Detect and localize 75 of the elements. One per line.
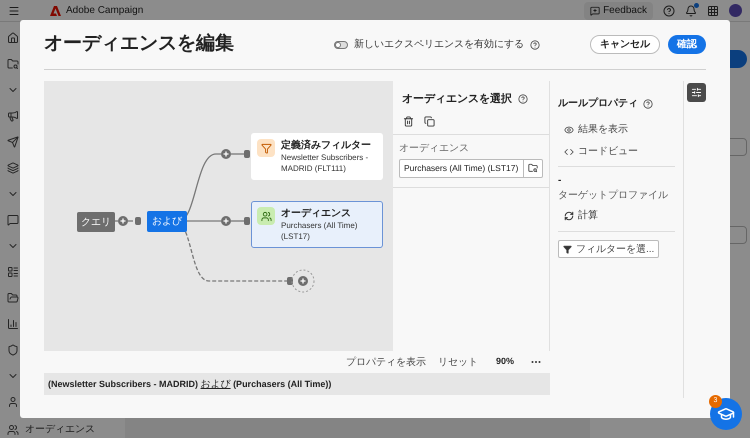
property-action[interactable]: コードビュー xyxy=(564,144,675,159)
operator-link[interactable]: および xyxy=(200,378,231,390)
connector-port xyxy=(287,277,293,285)
property-action[interactable]: 結果を表示 xyxy=(564,122,675,137)
operator-node[interactable]: および xyxy=(147,211,187,232)
node-title: オーディエンス xyxy=(281,207,352,220)
nav-icon[interactable] xyxy=(7,136,19,148)
canvas-action-link[interactable]: リセット xyxy=(438,354,478,370)
canvas-action-link[interactable]: プロパティを表示 xyxy=(346,354,426,370)
nav-icon[interactable] xyxy=(7,110,19,122)
compute-button[interactable]: 計算 xyxy=(558,203,675,232)
audience-field[interactable]: Purchasers (All Time) (LST17) xyxy=(399,158,543,178)
cancel-button[interactable]: キャンセル xyxy=(590,35,660,54)
dialog-title: オーディエンスを編集 xyxy=(44,32,235,56)
connector-port xyxy=(244,217,250,225)
node-subtitle: Purchasers (All Time) (LST17) xyxy=(281,220,358,242)
nav-label[interactable]: オーディエンス xyxy=(25,422,95,437)
notification-icon[interactable] xyxy=(685,4,697,16)
help-icon[interactable] xyxy=(643,98,653,108)
audience-icon[interactable] xyxy=(7,424,19,436)
connector-port xyxy=(135,217,141,225)
help-icon[interactable] xyxy=(530,40,540,50)
delete-icon[interactable] xyxy=(403,116,414,126)
folder-search-icon xyxy=(528,163,538,173)
zoom-level: 90% xyxy=(496,355,514,368)
nav-icon[interactable] xyxy=(7,58,19,70)
query-node[interactable]: クエリ xyxy=(77,212,115,232)
feedback-button[interactable]: Feedback xyxy=(584,2,653,20)
field-label: オーディエンス xyxy=(399,142,470,156)
nav-icon[interactable] xyxy=(7,292,19,304)
nav-icon[interactable] xyxy=(7,396,19,408)
connector-port xyxy=(244,150,250,158)
add-branch-button[interactable] xyxy=(292,270,314,292)
code-icon xyxy=(564,146,574,156)
toggle-switch[interactable] xyxy=(334,40,348,48)
feedback-icon xyxy=(590,6,600,16)
add-node-button[interactable] xyxy=(221,216,231,226)
filter-icon xyxy=(563,244,572,254)
add-node-button[interactable] xyxy=(118,216,128,226)
menu-icon[interactable] xyxy=(8,4,20,16)
toggle-label: 新しいエクスペリエンスを有効にする xyxy=(354,38,524,52)
nav-icon[interactable] xyxy=(7,318,19,330)
panel-title: ルールプロパティ xyxy=(558,96,638,111)
help-icon[interactable] xyxy=(518,94,528,104)
sliders-icon xyxy=(691,87,702,98)
node-subtitle: Newsletter Subscribers - MADRID (FLT111) xyxy=(281,152,370,174)
panel-title: オーディエンスを選択 xyxy=(402,92,512,107)
query-expression: (Newsletter Subscribers - MADRID) および (Purchasers (All Time)) xyxy=(48,378,332,392)
profile-count: - xyxy=(558,174,562,188)
node-card[interactable]: 定義済みフィルター Newsletter Subscribers - MADRID (FLT111) xyxy=(251,133,383,180)
count-label: ターゲットプロファイル xyxy=(558,188,669,203)
duplicate-icon[interactable] xyxy=(424,116,435,126)
add-node-button[interactable] xyxy=(221,149,231,159)
node-title: 定義済みフィルター xyxy=(281,139,372,152)
connector-line xyxy=(231,220,244,222)
confirm-button[interactable]: 確認 xyxy=(668,35,706,54)
nav-icon[interactable] xyxy=(7,344,19,356)
node-card[interactable]: オーディエンス Purchasers (All Time) (LST17) xyxy=(251,201,383,248)
eye-icon xyxy=(564,124,574,134)
settings-button[interactable] xyxy=(687,83,706,102)
avatar[interactable] xyxy=(729,4,742,17)
help-icon[interactable] xyxy=(663,4,675,16)
nav-icon[interactable] xyxy=(7,32,19,44)
logo-icon xyxy=(50,6,61,16)
connector-line xyxy=(231,153,244,155)
filter-icon xyxy=(257,139,275,157)
nav-icon[interactable] xyxy=(7,214,19,226)
nav-icon[interactable] xyxy=(7,266,19,278)
refresh-icon xyxy=(564,210,574,220)
graduation-cap-icon xyxy=(717,405,735,423)
audience-icon xyxy=(257,207,275,225)
filter-select-button[interactable]: フィルターを選... xyxy=(558,240,660,258)
apps-icon[interactable] xyxy=(707,4,719,16)
nav-icon[interactable] xyxy=(7,162,19,174)
product-name: Adobe Campaign xyxy=(66,4,144,18)
